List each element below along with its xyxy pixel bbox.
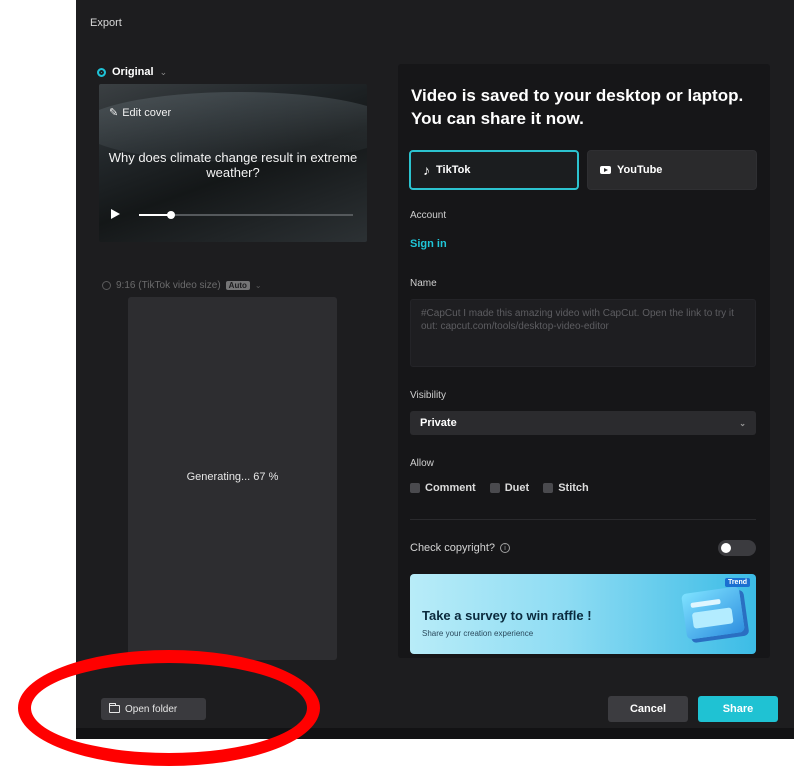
- allow-duet[interactable]: Duet: [489, 482, 530, 494]
- playback-scrubber[interactable]: [139, 211, 353, 219]
- survey-banner[interactable]: Take a survey to win raffle ! Share your…: [410, 574, 756, 654]
- original-option[interactable]: Original ⌄: [97, 66, 167, 78]
- pencil-icon: ✎: [109, 107, 119, 119]
- tiktok-icon: ♪: [423, 162, 430, 178]
- comment-checkbox[interactable]: [410, 483, 420, 493]
- tab-youtube[interactable]: YouTube: [587, 150, 757, 190]
- bottom-edge: [76, 728, 794, 739]
- share-panel: Video is saved to your desktop or laptop…: [398, 64, 770, 658]
- allow-options: Comment Duet Stitch: [410, 482, 589, 494]
- comment-label: Comment: [425, 482, 476, 494]
- survey-illustration-icon: [681, 586, 745, 640]
- duet-checkbox[interactable]: [489, 483, 500, 493]
- play-icon[interactable]: [111, 209, 120, 219]
- playback-controls: [111, 208, 353, 222]
- visibility-value: Private: [420, 417, 457, 429]
- chevron-down-icon: ⌄: [739, 418, 746, 428]
- size-option-badge: Auto: [225, 281, 250, 290]
- generating-status: Generating... 67 %: [186, 471, 279, 483]
- size-option[interactable]: 9:16 (TikTok video size) Auto ⌄: [102, 280, 262, 291]
- vertical-preview: Generating... 67 %: [128, 297, 337, 660]
- banner-title: Take a survey to win raffle !: [422, 608, 592, 623]
- youtube-icon: [600, 166, 611, 174]
- banner-badge: Trend: [724, 578, 750, 587]
- open-folder-label: Open folder: [125, 703, 178, 715]
- original-radio[interactable]: [97, 67, 106, 77]
- visibility-label: Visibility: [410, 390, 446, 401]
- share-button[interactable]: Share: [698, 696, 778, 722]
- size-option-label: 9:16 (TikTok video size): [116, 280, 221, 291]
- chevron-down-icon[interactable]: ⌄: [255, 281, 262, 290]
- video-preview[interactable]: ✎ Edit cover Why does climate change res…: [99, 84, 367, 242]
- divider: [410, 519, 756, 520]
- original-label: Original: [112, 66, 154, 78]
- allow-stitch[interactable]: Stitch: [543, 482, 589, 494]
- name-label: Name: [410, 278, 437, 289]
- copyright-toggle[interactable]: [718, 540, 756, 556]
- scrubber-handle[interactable]: [167, 211, 176, 219]
- info-icon[interactable]: i: [500, 543, 510, 553]
- open-folder-button[interactable]: Open folder: [101, 698, 206, 720]
- visibility-select[interactable]: Private ⌄: [410, 411, 756, 435]
- duet-label: Duet: [504, 482, 530, 494]
- tab-youtube-label: YouTube: [617, 164, 663, 176]
- allow-label: Allow: [410, 458, 434, 469]
- name-input[interactable]: #CapCut I made this amazing video with C…: [410, 299, 756, 367]
- chevron-down-icon[interactable]: ⌄: [160, 67, 168, 78]
- edit-cover-label: Edit cover: [122, 106, 172, 119]
- size-radio[interactable]: [102, 281, 111, 290]
- banner-subtitle: Share your creation experience: [422, 629, 534, 638]
- cancel-button[interactable]: Cancel: [608, 696, 688, 722]
- stitch-label: Stitch: [558, 482, 589, 494]
- tab-tiktok[interactable]: ♪ TikTok: [409, 150, 579, 190]
- folder-icon: [109, 703, 120, 713]
- dialog-title: Export: [90, 17, 122, 29]
- panel-heading: Video is saved to your desktop or laptop…: [411, 86, 744, 128]
- export-dialog: Export Original ⌄ ✎ Edit cover Why does …: [76, 0, 794, 739]
- stitch-checkbox[interactable]: [543, 483, 554, 493]
- edit-cover-button[interactable]: ✎ Edit cover: [109, 106, 172, 120]
- tab-tiktok-label: TikTok: [436, 164, 471, 176]
- copyright-row: Check copyright? i: [410, 542, 510, 554]
- sign-in-link[interactable]: Sign in: [410, 238, 447, 250]
- copyright-label: Check copyright?: [410, 542, 495, 554]
- account-label: Account: [410, 210, 447, 221]
- video-caption: Why does climate change result in extrem…: [108, 150, 358, 180]
- allow-comment[interactable]: Comment: [410, 482, 476, 494]
- toggle-knob: [721, 543, 731, 553]
